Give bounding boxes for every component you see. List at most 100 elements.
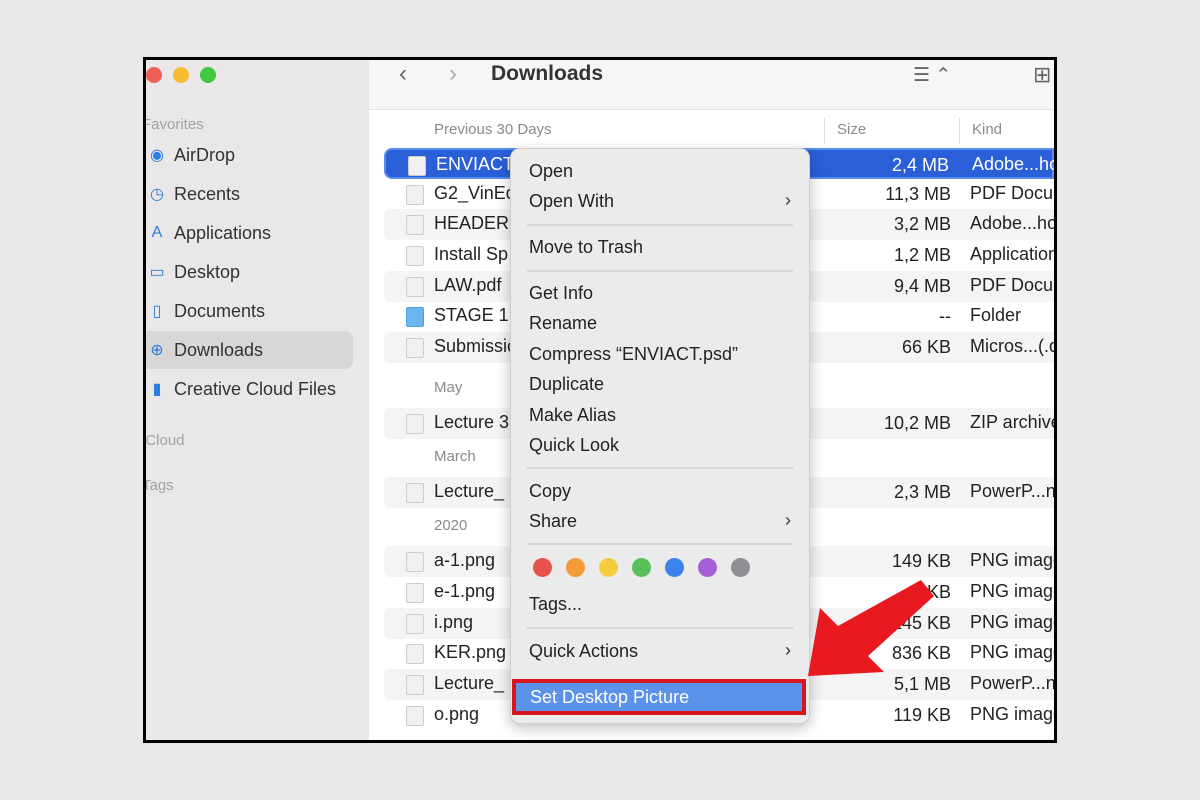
sidebar-item-applications[interactable]: A Applications — [146, 214, 353, 252]
menu-copy[interactable]: Copy — [529, 481, 571, 502]
chevron-right-icon: › — [785, 190, 791, 210]
file-icon — [406, 644, 424, 664]
file-kind: PNG image — [970, 642, 1057, 662]
file-kind: Adobe...hop — [970, 213, 1057, 233]
file-kind: ZIP archive — [970, 412, 1057, 432]
menu-rename[interactable]: Rename — [529, 313, 597, 334]
toolbar: ‹ › Downloads ☰ ⌃ ⊞ — [369, 60, 1054, 110]
favorites-heading: Favorites — [143, 116, 204, 133]
column-name[interactable]: Previous 30 Days — [434, 121, 552, 138]
context-menu: Open Open With › Move to Trash Get Info … — [510, 148, 810, 724]
folder-icon — [406, 307, 424, 327]
menu-get-info[interactable]: Get Info — [529, 283, 593, 304]
zoom-button[interactable] — [200, 67, 216, 83]
airdrop-icon: ◉ — [150, 147, 164, 164]
file-kind: PNG image — [970, 704, 1057, 724]
minimize-button[interactable] — [173, 67, 189, 83]
desktop-icon: ▭ — [149, 264, 165, 281]
file-kind: PDF Document — [970, 275, 1054, 295]
sidebar-item-creative-cloud-files[interactable]: ▮ Creative Cloud Files — [146, 370, 353, 408]
file-icon — [406, 414, 424, 434]
file-kind: PDF Document — [970, 183, 1054, 203]
file-kind: PowerP...ntation — [970, 673, 1056, 693]
file-icon — [406, 583, 424, 603]
sidebar-item-desktop[interactable]: ▭ Desktop — [146, 253, 353, 291]
divider — [527, 627, 793, 629]
menu-set-desktop-picture[interactable]: Set Desktop Picture — [512, 679, 806, 715]
clock-icon: ◷ — [150, 186, 164, 203]
tags-heading: Tags — [143, 477, 174, 494]
divider — [527, 467, 793, 469]
file-name: Lecture_ — [434, 673, 505, 693]
file-kind: Application — [970, 244, 1057, 264]
menu-quick-actions[interactable]: Quick Actions — [529, 641, 638, 662]
file-kind: Micros...(.docx) — [970, 336, 1057, 356]
menu-move-to-trash[interactable]: Move to Trash — [529, 237, 643, 258]
close-button[interactable] — [146, 67, 162, 83]
forward-button[interactable]: › — [449, 60, 457, 88]
tag-color-dot[interactable] — [533, 558, 552, 577]
column-size[interactable]: Size — [824, 118, 866, 144]
column-kind[interactable]: Kind — [959, 118, 1002, 144]
file-name: i.png — [434, 612, 474, 632]
menu-open[interactable]: Open — [529, 161, 573, 182]
menu-compress[interactable]: Compress “ENVIACT.psd” — [529, 344, 738, 365]
file-kind: PNG image — [970, 612, 1057, 632]
file-name: STAGE 1 — [434, 305, 509, 325]
tag-color-dot[interactable] — [599, 558, 618, 577]
menu-share[interactable]: Share — [529, 511, 577, 532]
group-header: May — [434, 379, 463, 396]
menu-make-alias[interactable]: Make Alias — [529, 405, 616, 426]
file-size: -- — [939, 306, 951, 326]
tag-color-dot[interactable] — [665, 558, 684, 577]
file-icon — [408, 156, 426, 176]
file-name: Lecture 3 — [434, 412, 510, 432]
menu-tags[interactable]: Tags... — [529, 594, 582, 615]
group-header: 2020 — [434, 517, 468, 534]
document-icon: ▯ — [152, 303, 162, 320]
sidebar-item-airdrop[interactable]: ◉ AirDrop — [146, 136, 353, 174]
tag-color-dot[interactable] — [632, 558, 651, 577]
back-button[interactable]: ‹ — [399, 60, 407, 88]
sidebar-item-recents[interactable]: ◷ Recents — [146, 175, 353, 213]
file-size: 1,2 MB — [893, 245, 951, 265]
file-name: LAW.pdf — [434, 275, 502, 295]
file-icon — [406, 277, 424, 297]
file-kind: PowerP...ntation — [970, 481, 1056, 501]
column-header: Previous 30 Days Size Kind — [369, 118, 1054, 144]
divider — [527, 543, 793, 545]
menu-duplicate[interactable]: Duplicate — [529, 374, 604, 395]
file-name: Install Sp — [434, 244, 509, 264]
applications-icon: A — [151, 224, 163, 241]
file-size: 2,4 MB — [891, 155, 949, 175]
file-icon — [406, 338, 424, 358]
sidebar: Favorites ◉ AirDrop ◷ Recents A Applications ▭… — [146, 60, 369, 740]
file-name: G2_VinEd — [434, 183, 516, 203]
sidebar-item-downloads[interactable]: ⊕ Downloads — [146, 331, 353, 369]
sidebar-item-documents[interactable]: ▯ Documents — [146, 292, 353, 330]
sidebar-item-label: AirDrop — [174, 144, 236, 165]
file-name: KER.png — [434, 642, 507, 662]
file-size: 10,2 MB — [883, 413, 951, 433]
file-icon — [406, 552, 424, 572]
sidebar-item-label: Desktop — [174, 261, 241, 282]
file-icon — [406, 706, 424, 726]
file-size: 119 KB — [893, 705, 951, 725]
file-size: 9,4 MB — [893, 276, 951, 296]
tag-color-dot[interactable] — [566, 558, 585, 577]
menu-open-with[interactable]: Open With — [529, 191, 614, 212]
file-kind: PNG image — [970, 581, 1057, 601]
grid-view-icon[interactable]: ⊞ — [1033, 62, 1051, 88]
divider — [527, 270, 793, 272]
tag-color-dot[interactable] — [698, 558, 717, 577]
chevron-right-icon: › — [785, 510, 791, 530]
file-size: 11,3 MB — [885, 184, 951, 204]
file-icon — [406, 483, 424, 503]
file-kind: PNG image — [970, 550, 1057, 570]
file-size: 2,3 MB — [893, 482, 951, 502]
file-name: e-1.png — [434, 581, 496, 601]
tag-color-dot[interactable] — [731, 558, 750, 577]
list-view-icon[interactable]: ☰ ⌃ — [913, 64, 951, 87]
menu-quick-look[interactable]: Quick Look — [529, 435, 619, 456]
file-kind: Adobe...hop — [972, 154, 1054, 174]
